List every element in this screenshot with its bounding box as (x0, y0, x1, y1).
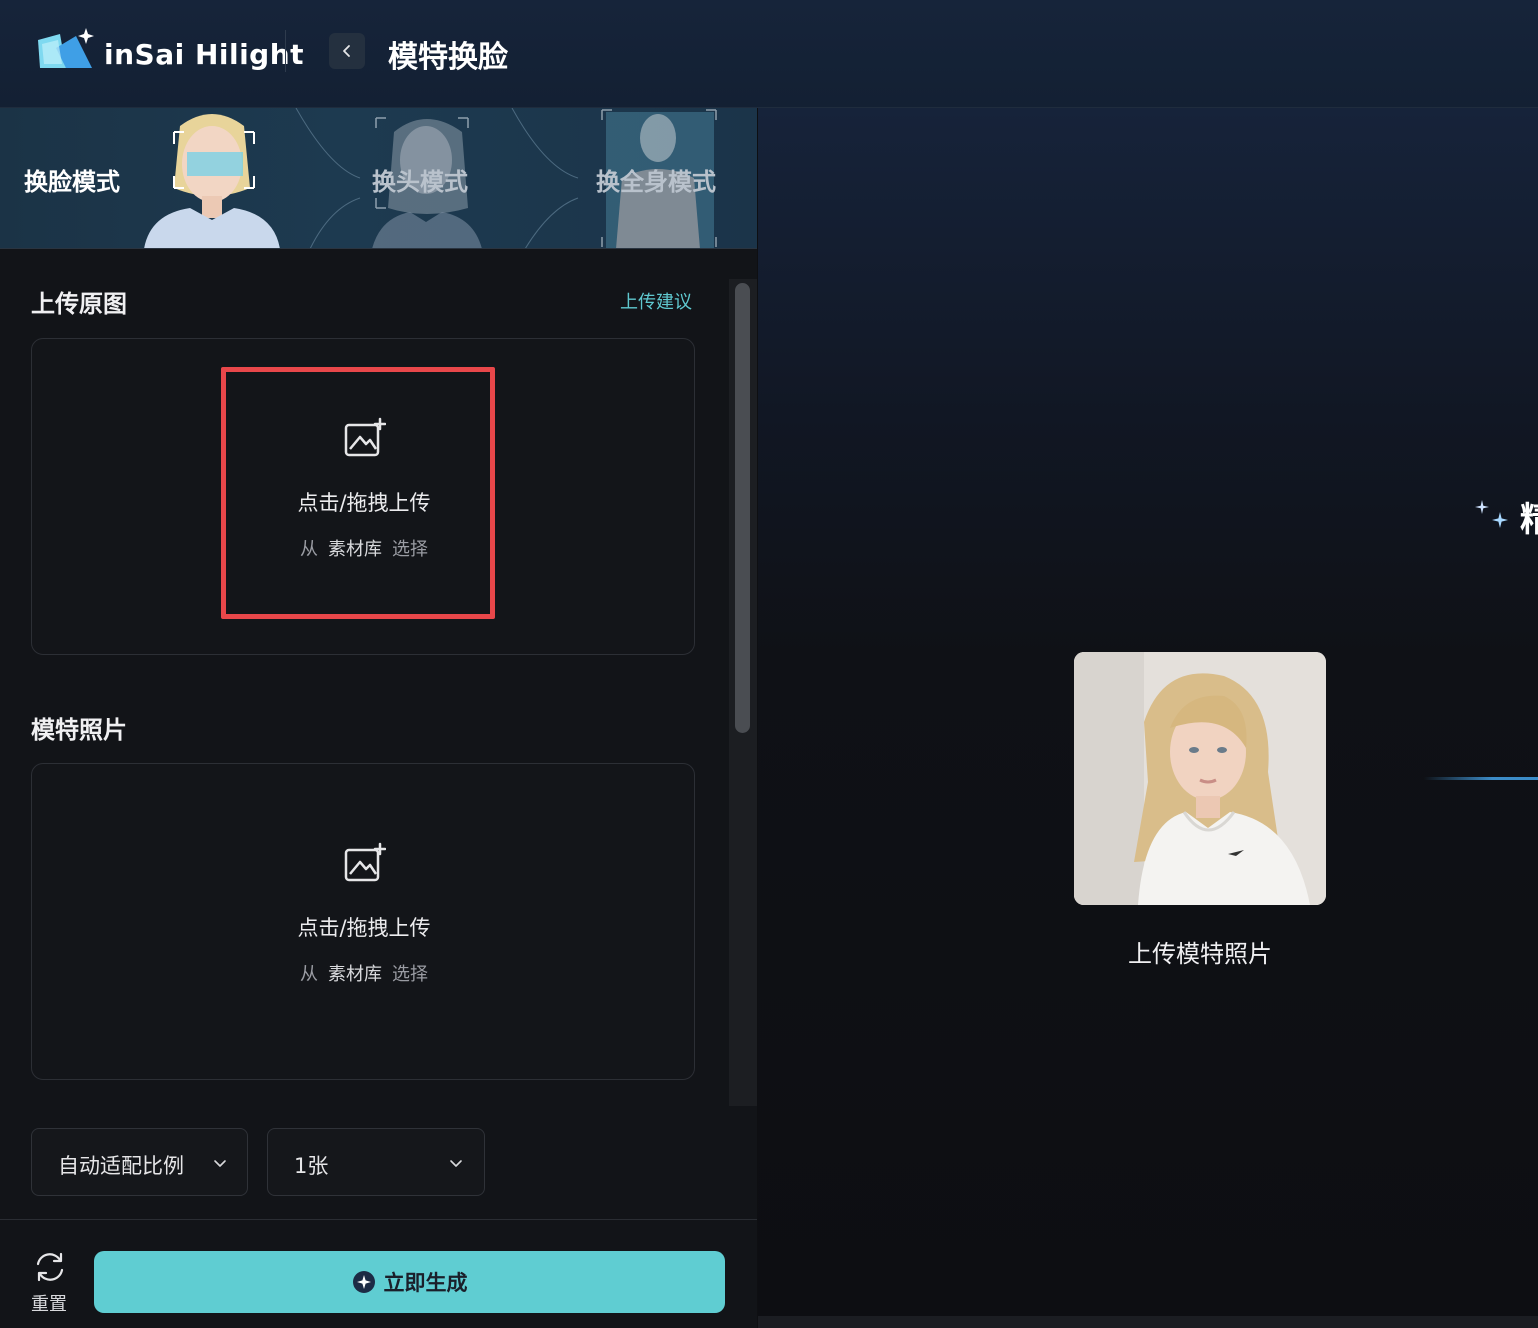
face-portrait-image (144, 114, 280, 248)
logo-icon[interactable] (36, 28, 96, 72)
model-select-text: 选择 (392, 964, 428, 985)
page-title: 模特换脸 (388, 40, 508, 75)
logo-text: inSai Hilight (104, 38, 305, 71)
chevron-down-icon (450, 1160, 462, 1167)
sparkle-icon (1475, 500, 1508, 528)
tab-body-swap[interactable]: 换全身模式 (520, 108, 757, 248)
sparkle-icon (352, 1271, 375, 1293)
back-button[interactable] (329, 33, 365, 69)
count-select[interactable]: 1张 (267, 1128, 485, 1196)
model-example-image[interactable] (1074, 652, 1326, 905)
mode-tabs: 换脸模式 换头模式 换全身模式 (0, 108, 757, 249)
highlight-annotation (221, 367, 495, 619)
ratio-select-value: 自动适配比例 (58, 1154, 184, 1178)
count-select-value: 1张 (294, 1154, 329, 1178)
tab-body-swap-label: 换全身模式 (596, 168, 716, 196)
tab-face-swap[interactable]: 换脸模式 (0, 108, 290, 248)
tab-head-swap-label: 换头模式 (372, 168, 468, 196)
generate-label: 立即生成 (383, 1271, 468, 1295)
chevron-down-icon (214, 1160, 226, 1167)
model-upload-area[interactable]: 点击/拖拽上传 从素材库 选择 (31, 763, 695, 1080)
ratio-select[interactable]: 自动适配比例 (31, 1128, 248, 1196)
tab-face-swap-label: 换脸模式 (24, 168, 120, 196)
promo-text-cut: 精 (1520, 500, 1538, 540)
footer-divider (0, 1219, 757, 1220)
reset-label: 重置 (31, 1294, 67, 1315)
app-header: inSai Hilight 模特换脸 (0, 0, 1538, 108)
preview-bottom-edge (758, 1316, 1538, 1328)
accent-line (1424, 777, 1538, 780)
generate-button[interactable]: 立即生成 (94, 1251, 725, 1313)
model-library-link[interactable]: 素材库 (328, 964, 382, 985)
add-image-icon (344, 842, 386, 882)
upload-tip-link[interactable]: 上传建议 (620, 288, 692, 314)
source-section-title: 上传原图 (31, 290, 127, 318)
chevron-left-icon (343, 45, 350, 57)
model-caption: 上传模特照片 (1128, 940, 1272, 968)
header-divider (285, 30, 286, 72)
scrollbar-thumb[interactable] (735, 283, 750, 733)
model-upload-sub: 从素材库 选择 (32, 960, 696, 986)
refresh-icon (36, 1252, 64, 1282)
model-photo (1074, 652, 1326, 905)
model-upload-text: 点击/拖拽上传 (297, 916, 431, 940)
tab-head-swap[interactable]: 换头模式 (290, 108, 520, 248)
model-section-title: 模特照片 (31, 716, 127, 744)
model-from-text: 从 (300, 964, 318, 985)
